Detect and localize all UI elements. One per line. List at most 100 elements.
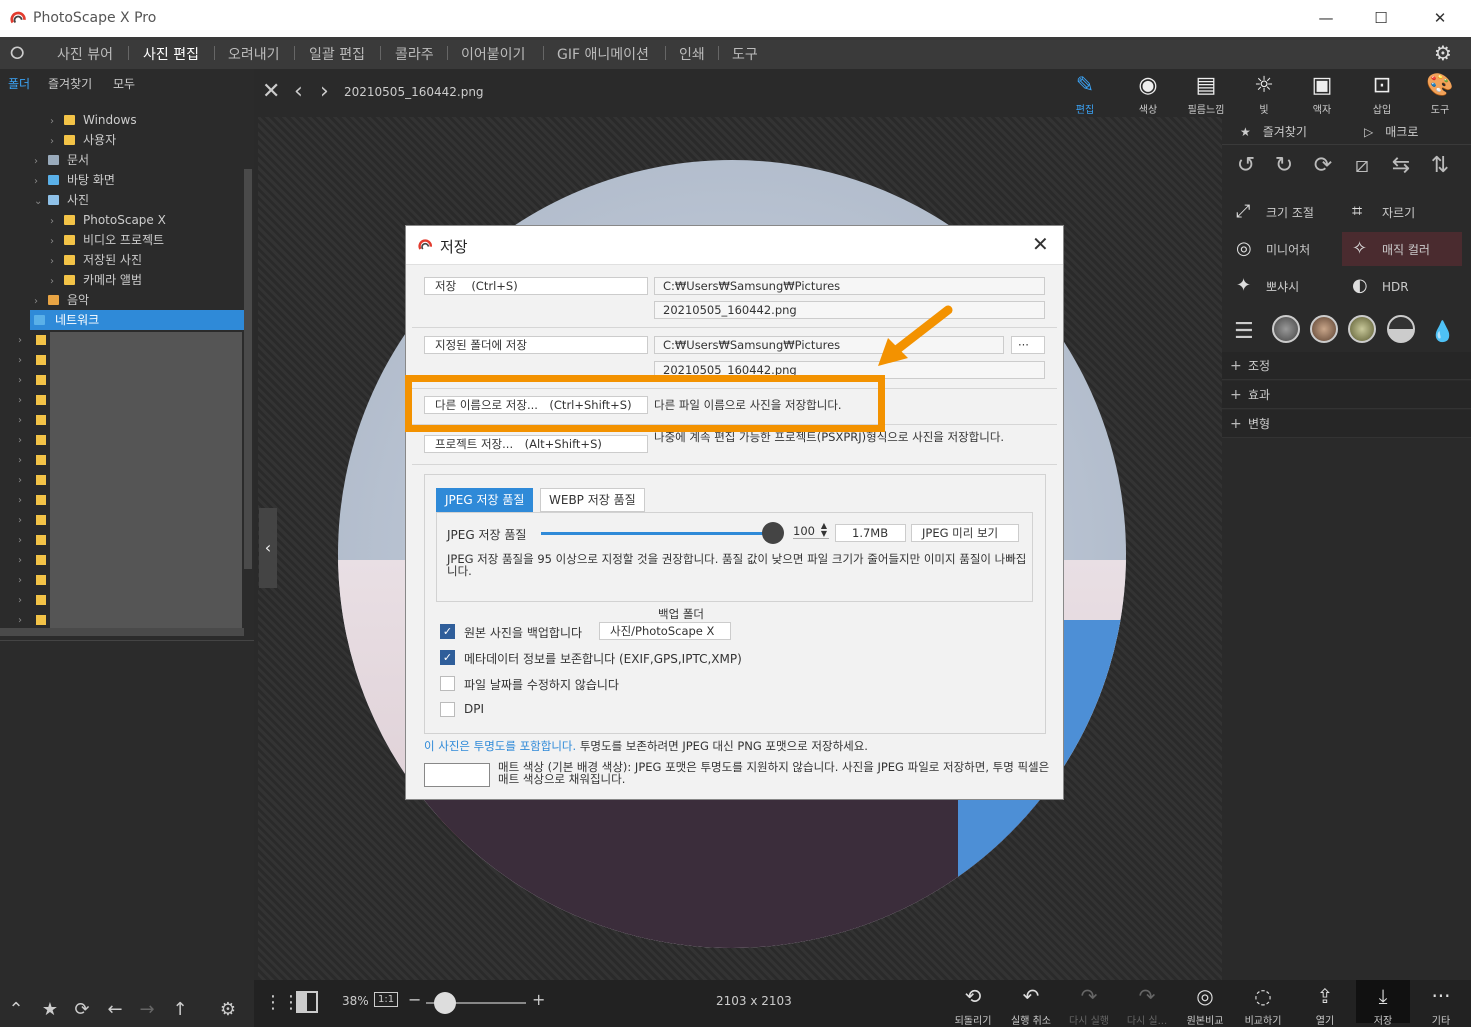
tab-favorites[interactable]: 즐겨찾기 (48, 75, 92, 92)
grid-icon[interactable]: ⋮⋮ (264, 992, 300, 1013)
flip-horizontal-icon[interactable]: ⇆ (1385, 153, 1417, 178)
bloom-button[interactable]: ✦ 뽀샤시 (1226, 269, 1346, 303)
rotate-icon[interactable]: ↻ (1268, 153, 1300, 178)
tab-folders[interactable]: 폴더 (8, 75, 30, 92)
menu-collage[interactable]: 콜라주 (395, 44, 434, 64)
tab-jpeg-quality[interactable]: JPEG 저장 품질 (436, 488, 534, 512)
tool-film[interactable]: ▤ 필름느낌 (1178, 73, 1234, 117)
tree-vertical-scrollbar[interactable] (244, 169, 252, 569)
file-date-checkbox[interactable] (440, 676, 455, 691)
tree-item-photoscape[interactable]: › PhotoScape X (50, 210, 166, 230)
compare-split-icon[interactable] (296, 991, 318, 1013)
next-image-icon[interactable]: › (320, 79, 329, 104)
filter-1-icon[interactable] (1272, 315, 1300, 343)
back-arrow-icon[interactable]: ← (99, 993, 131, 1027)
filter-4-icon[interactable] (1387, 315, 1415, 343)
zoom-1-1-button[interactable]: 1:1 (374, 992, 399, 1007)
menu-print[interactable]: 인쇄 (679, 44, 705, 64)
tool-tools[interactable]: 🎨 도구 (1412, 73, 1468, 117)
filter-3-icon[interactable] (1348, 315, 1376, 343)
close-window-button[interactable]: ✕ (1420, 6, 1460, 30)
tree-item-music[interactable]: › 음악 (34, 290, 89, 310)
zoom-slider-knob[interactable] (434, 992, 456, 1014)
save-to-folder-button[interactable]: 지정된 폴더에 저장 (424, 336, 648, 354)
save-file-field[interactable]: 20210505_160442.png (654, 301, 1045, 319)
tab-all[interactable]: 모두 (113, 75, 135, 92)
home-icon[interactable]: ⭘ (10, 43, 24, 64)
filter-2-icon[interactable] (1310, 315, 1338, 343)
tool-edit[interactable]: ✎ 편집 (1057, 73, 1113, 117)
backup-checkbox[interactable]: ✓ (440, 624, 455, 639)
save-project-button[interactable]: 프로젝트 저장... (Alt+Shift+S) (424, 435, 648, 453)
transparency-link[interactable]: 이 사진은 투명도를 포함합니다. (424, 739, 576, 753)
menu-gif[interactable]: GIF 애니메이션 (557, 44, 649, 64)
backup-folder-field[interactable]: 사진/PhotoScape X (599, 622, 731, 640)
menu-photo-edit[interactable]: 사진 편집 (143, 44, 199, 64)
miniature-button[interactable]: ◎ 미니어처 (1226, 232, 1346, 266)
crop-button[interactable]: ⌗ 자르기 (1342, 195, 1462, 229)
tree-item-video-projects[interactable]: › 비디오 프로젝트 (50, 230, 164, 250)
save-path-field[interactable]: C:₩Users₩Samsung₩Pictures (654, 277, 1045, 295)
quality-value-stepper[interactable]: 100 ▲ ▼ (793, 522, 829, 539)
rotate-right-icon[interactable]: ⟳ (1307, 153, 1339, 178)
minimize-button[interactable]: — (1306, 6, 1346, 30)
quality-slider-knob[interactable] (762, 522, 784, 544)
compare-button[interactable]: ◌ 비교하기 (1236, 984, 1290, 1027)
up-arrow-icon[interactable]: ↑ (164, 993, 196, 1027)
tool-insert[interactable]: ⊡ 삽입 (1354, 73, 1410, 117)
redo-all-button[interactable]: ↷ 다시 실... (1120, 984, 1174, 1027)
previous-image-icon[interactable]: ‹ (294, 79, 303, 104)
refresh-icon[interactable]: ⟳ (66, 993, 98, 1027)
dialog-close-icon[interactable]: ✕ (1032, 232, 1049, 256)
forward-arrow-icon[interactable]: → (131, 993, 163, 1027)
tree-item-network[interactable]: 네트워크 (30, 310, 244, 330)
revert-button[interactable]: ⟲ 되돌리기 (946, 984, 1000, 1027)
filter-list-icon[interactable]: ☰ (1234, 319, 1254, 344)
zoom-level[interactable]: 38% (342, 994, 369, 1008)
close-image-icon[interactable]: ✕ (262, 79, 280, 104)
menu-cutout[interactable]: 오려내기 (228, 44, 280, 64)
quality-slider[interactable] (541, 532, 773, 535)
matte-color-swatch[interactable] (424, 763, 490, 787)
menu-combine[interactable]: 이어붙이기 (461, 44, 525, 64)
collapse-sidebar-chevron-icon[interactable]: ‹ (259, 508, 277, 588)
tool-light[interactable]: ☼ 빛 (1236, 73, 1292, 117)
sidebar-settings-gear-icon[interactable]: ⚙ (212, 993, 244, 1027)
accordion-adjust[interactable]: + 조정 (1222, 352, 1471, 380)
tree-item-documents[interactable]: › 문서 (34, 150, 89, 170)
tool-color[interactable]: ◉ 색상 (1120, 73, 1176, 117)
menu-photo-viewer[interactable]: 사진 뷰어 (57, 44, 113, 64)
tree-item-saved-pictures[interactable]: › 저장된 사진 (50, 250, 142, 270)
accordion-effects[interactable]: + 효과 (1222, 381, 1471, 409)
zoom-out-icon[interactable]: − (408, 990, 421, 1009)
tree-item-pictures[interactable]: ⌄ 사진 (34, 190, 89, 210)
redo-button[interactable]: ↷ 다시 실행 (1062, 984, 1116, 1027)
more-button[interactable]: ··· 기타 (1414, 984, 1468, 1027)
tree-item-desktop[interactable]: › 바탕 화면 (34, 170, 115, 190)
menu-batch-edit[interactable]: 일괄 편집 (309, 44, 365, 64)
jpeg-preview-button[interactable]: JPEG 미리 보기 (911, 524, 1019, 542)
collapse-up-icon[interactable]: ⌃ (0, 993, 32, 1027)
favorites-link[interactable]: ★ 즐겨찾기 (1240, 123, 1307, 140)
tab-webp-quality[interactable]: WEBP 저장 품질 (540, 488, 645, 512)
tree-item-windows[interactable]: › Windows (50, 110, 137, 130)
save-button[interactable]: ⤓ 저장 (1356, 980, 1410, 1027)
tool-frame[interactable]: ▣ 액자 (1294, 73, 1350, 117)
resize-button[interactable]: ⤢ 크기 조절 (1226, 195, 1346, 229)
original-compare-button[interactable]: ◎ 원본비교 (1178, 984, 1232, 1027)
magic-color-button[interactable]: ✧ 매직 컬러 (1342, 232, 1462, 266)
favorite-star-icon[interactable]: ★ (34, 993, 66, 1027)
dpi-checkbox[interactable] (440, 702, 455, 717)
settings-gear-icon[interactable]: ⚙ (1434, 41, 1452, 65)
tree-item-camera-roll[interactable]: › 카메라 앨범 (50, 270, 142, 290)
rotate-left-icon[interactable]: ↺ (1230, 153, 1262, 178)
tree-item-users[interactable]: › 사용자 (50, 130, 116, 150)
browse-folder-button[interactable]: ··· (1011, 336, 1045, 354)
straighten-icon[interactable]: ⧄ (1346, 153, 1378, 178)
open-button[interactable]: ⇪ 열기 (1298, 984, 1352, 1027)
maximize-button[interactable]: ☐ (1361, 6, 1401, 30)
drop-icon[interactable]: 💧 (1430, 319, 1455, 343)
accordion-transform[interactable]: + 변형 (1222, 410, 1471, 438)
hdr-button[interactable]: ◐ HDR (1342, 269, 1462, 303)
flip-vertical-icon[interactable]: ⇅ (1424, 153, 1456, 178)
